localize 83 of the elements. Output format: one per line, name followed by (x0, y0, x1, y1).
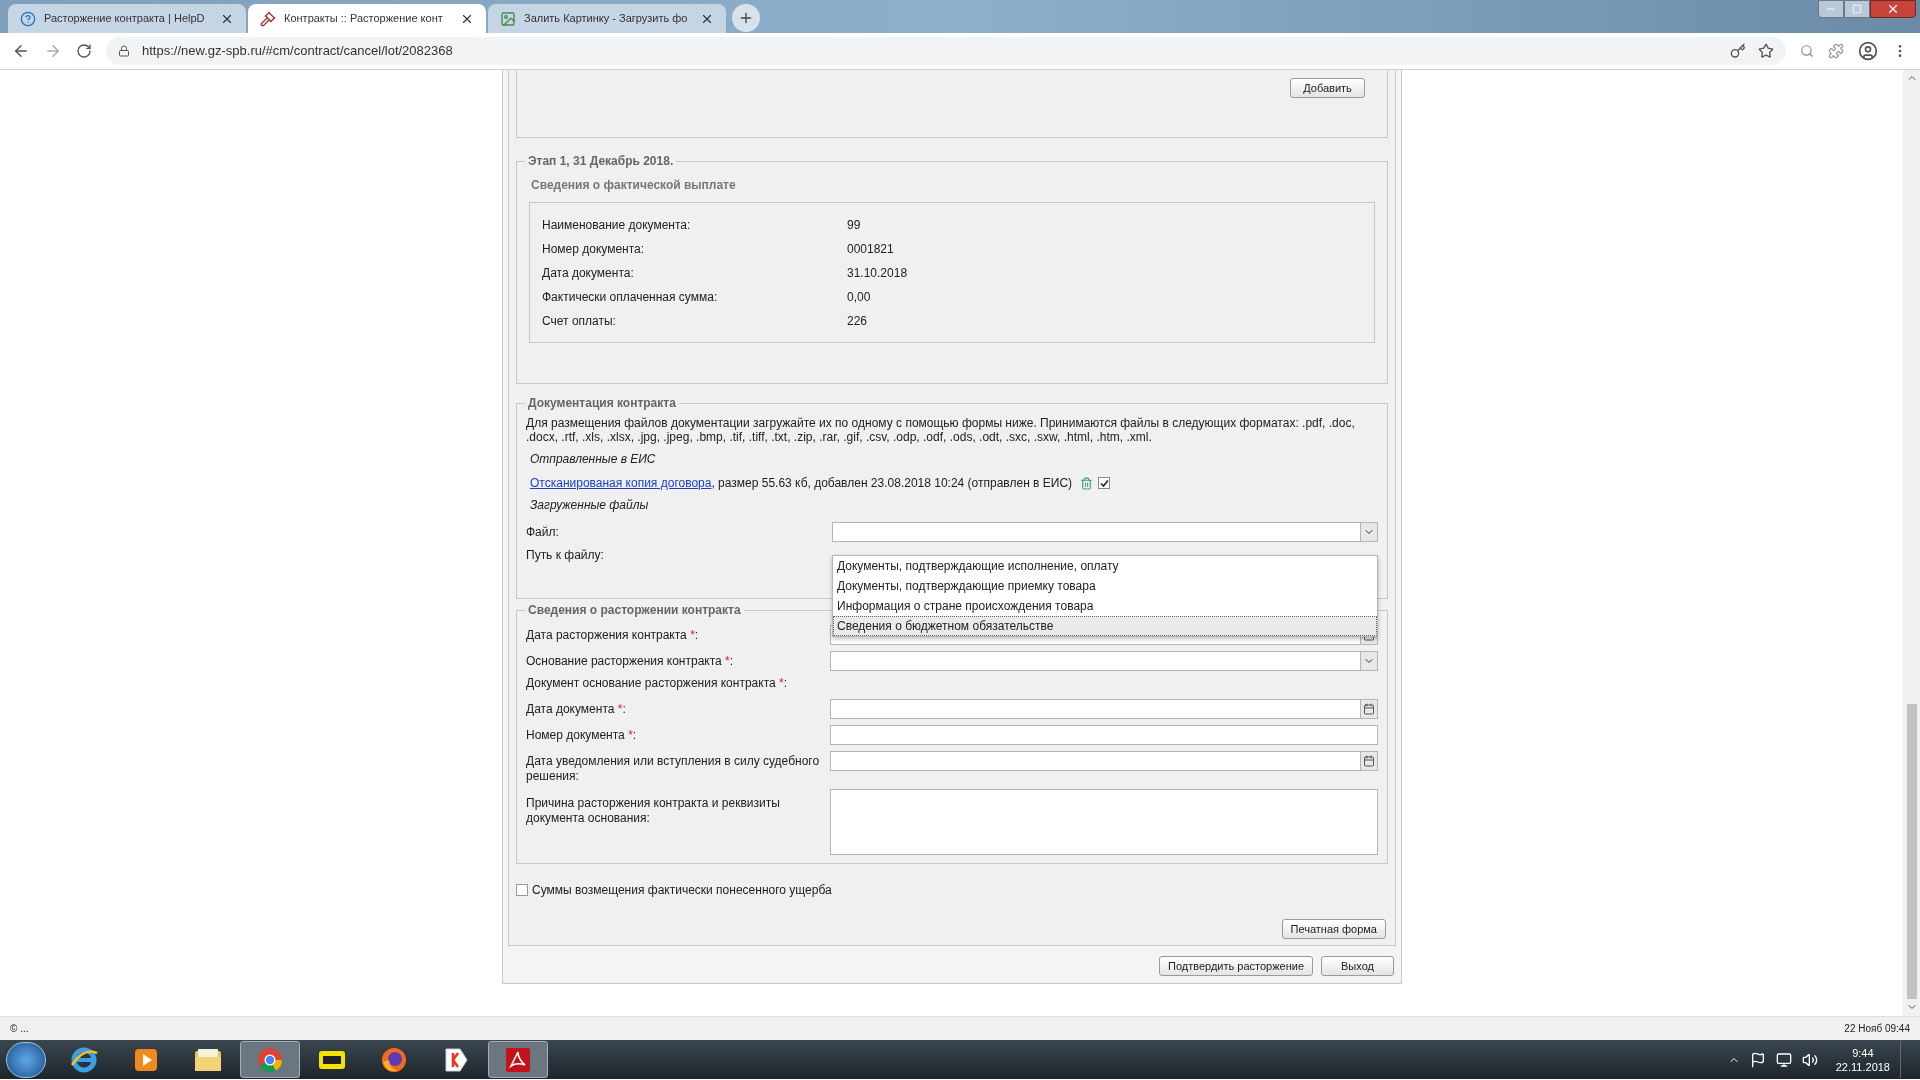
firefox-icon (380, 1045, 408, 1074)
select-field[interactable] (830, 651, 1378, 671)
detail-value: 31.10.2018 (847, 265, 908, 282)
reload-icon[interactable] (76, 43, 92, 59)
account-icon[interactable] (1858, 41, 1878, 61)
dropdown-option[interactable]: Информация о стране происхождения товара (833, 596, 1377, 616)
damages-checkbox[interactable] (516, 884, 528, 896)
file-details: , размер 55.63 кб, добавлен 23.08.2018 10:24 (отправлен в ЕИС) (711, 475, 1073, 492)
fieldset-legend: Сведения о расторжении контракта (525, 601, 744, 619)
browser-tab[interactable]: Контракты :: Расторжение конт (248, 4, 486, 33)
browser-tab[interactable]: Расторжение контракта | HelpD (8, 4, 246, 33)
field-label: Дата документа *: (526, 702, 626, 716)
section-heading: Отправленные в ЕИС (530, 451, 657, 468)
field-label: Файл: (526, 524, 560, 541)
add-button[interactable]: Добавить (1290, 78, 1365, 98)
detail-label: Счет оплаты: (542, 313, 617, 330)
help-icon (20, 10, 36, 27)
input-field[interactable] (830, 725, 1378, 745)
action-button[interactable]: Подтвердить расторжение (1158, 956, 1313, 976)
field-label: Дата уведомления или вступления в силу судебного решения: (526, 754, 820, 783)
status-datetime: 22 Нояб 09:44 (1844, 1022, 1910, 1036)
action-button[interactable]: Выход (1321, 956, 1394, 976)
tab-title: Залить Картинку - Загрузить фо (524, 11, 689, 27)
flag-icon[interactable] (1749, 1051, 1766, 1068)
detail-value: 99 (847, 217, 861, 234)
volume-icon[interactable] (1801, 1051, 1818, 1068)
close-window-button[interactable] (1870, 0, 1916, 18)
detail-value: 0,00 (847, 289, 871, 306)
checkbox-label: Суммы возмещения фактически понесенного ущерба (532, 882, 832, 899)
formats-description: Для размещения файлов документации загружайте их по одному с помощью формы ниже. Принимаются файлы в следующих форматах: .pdf, .doc, .docx, .rtf, .xls, .xlsx, .jpg, .jpeg, .bmp, .tif, .tiff, .txt, .zip, .rar, .gif, .csv, .odp, .odf, .ods, .odt, .sxc, .sxw, .html, .htm, .xml. (526, 416, 1356, 444)
sent-checkbox[interactable] (1098, 477, 1111, 489)
field-label: Дата расторжения контракта *: (526, 628, 699, 642)
section-heading: Загруженные файлы (530, 497, 650, 514)
start-button[interactable] (6, 1041, 46, 1078)
acrobat-icon (505, 1046, 531, 1073)
fieldset-legend: Этап 1, 31 Декабрь 2018. (525, 152, 677, 170)
date-field[interactable] (830, 751, 1378, 771)
picture-icon (500, 10, 516, 27)
new-tab-button[interactable] (732, 4, 760, 32)
tab-title: Расторжение контракта | HelpD (44, 11, 206, 27)
browser-tab[interactable]: Залить Картинку - Загрузить фо (488, 4, 726, 33)
dropdown-option[interactable]: Документы, подтверждающие исполнение, оплату (833, 556, 1377, 576)
minimize-button[interactable] (1818, 0, 1844, 18)
restore-icon (1852, 4, 1862, 14)
url-text: https://new.gz-spb.ru/#cm/contract/cancel/lot/2082368 (142, 42, 454, 61)
status-text: © ... (10, 1022, 29, 1036)
search-icon[interactable] (1800, 44, 1814, 58)
plus-icon (738, 10, 754, 26)
scrollbar-thumb[interactable] (1906, 704, 1917, 999)
back-icon[interactable] (12, 42, 30, 60)
detail-value: 226 (847, 313, 868, 330)
folder-icon (193, 1046, 223, 1073)
date-field[interactable] (830, 699, 1378, 719)
lock-icon (118, 45, 130, 57)
network-icon[interactable] (1775, 1051, 1792, 1068)
detail-label: Номер документа: (542, 241, 646, 258)
taskbar-clock[interactable]: 9:44 22.11.2018 (1835, 1045, 1890, 1074)
close-icon (1886, 2, 1900, 16)
scrollbar[interactable] (1903, 70, 1920, 1016)
field-label: Основание расторжения контракта *: (526, 654, 734, 668)
dropdown-option[interactable]: Документы, подтверждающие приемку товара (833, 576, 1377, 596)
address-bar[interactable]: https://new.gz-spb.ru/#cm/contract/cancel/lot/2082368 (106, 37, 1786, 65)
chrome-icon (256, 1045, 284, 1074)
tab-title: Контракты :: Расторжение конт (284, 11, 444, 27)
detail-label: Фактически оплаченная сумма: (542, 289, 719, 306)
calendar-icon (1363, 755, 1375, 767)
detail-value: 0001821 (847, 241, 894, 258)
field-label: Документ основание расторжения контракта *: (526, 676, 788, 690)
gavel-icon (260, 10, 276, 27)
field-label: Путь к файлу: (526, 547, 604, 564)
key-icon[interactable] (1730, 43, 1746, 59)
play-icon (133, 1046, 159, 1073)
fieldset-legend: Документация контракта (525, 394, 679, 412)
field-label: Причина расторжения контракта и реквизиты документа основания: (526, 796, 780, 825)
field-label: Номер документа *: (526, 728, 637, 742)
detail-label: Наименование документа: (542, 217, 692, 234)
puzzle-icon[interactable] (1828, 43, 1844, 59)
detail-label: Дата документа: (542, 265, 635, 282)
calendar-icon (1363, 703, 1375, 715)
print-form-button[interactable]: Печатная форма (1281, 919, 1386, 939)
section-subtitle: Сведения о фактической выплате (531, 177, 737, 194)
maximize-button[interactable] (1844, 0, 1870, 18)
star-icon[interactable] (1758, 43, 1774, 59)
